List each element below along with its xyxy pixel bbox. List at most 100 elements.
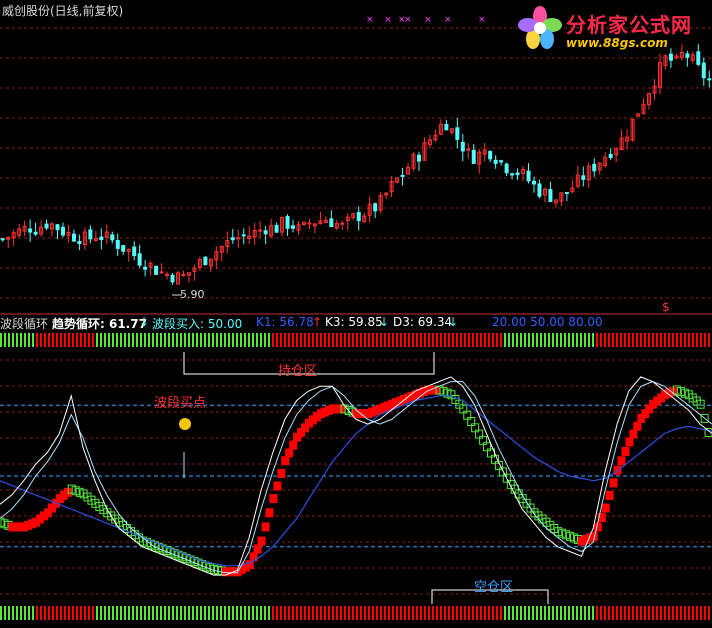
- signal-strip-bar: [668, 333, 670, 347]
- hold-zone-label: 持仓区: [278, 364, 318, 379]
- signal-strip-bar: [380, 606, 382, 620]
- candle-body: [137, 253, 142, 266]
- trend-block: [265, 508, 274, 518]
- signal-strip-bar: [288, 606, 290, 620]
- signal-strip-bar: [100, 606, 102, 620]
- candle-body: [154, 265, 159, 275]
- indicator-name: 波段循环: [0, 317, 49, 331]
- signal-strip-bar: [328, 606, 330, 620]
- signal-strip-bar: [264, 333, 266, 347]
- signal-strip-bar: [284, 606, 286, 620]
- signal-strip-bar: [96, 333, 98, 347]
- trend-block: [289, 440, 298, 450]
- d3-arrow-icon: ↓: [448, 315, 459, 329]
- candle-body: [99, 236, 104, 241]
- signal-strip-bar: [92, 606, 94, 620]
- signal-strip-bar: [644, 606, 646, 620]
- signal-strip-bar: [444, 606, 446, 620]
- signal-strip-bar: [608, 333, 610, 347]
- candle-body: [488, 150, 493, 160]
- candle-body: [592, 163, 597, 172]
- signal-strip-bar: [656, 333, 658, 347]
- signal-strip-bar: [560, 333, 562, 347]
- signal-strip-bar: [540, 606, 542, 620]
- signal-strip-bar: [168, 333, 170, 347]
- k3-line: [0, 381, 712, 574]
- signal-strip-bar: [428, 606, 430, 620]
- signal-strip-bar: [464, 333, 466, 347]
- signal-strip-bar: [348, 333, 350, 347]
- signal-strip-bar: [240, 333, 242, 347]
- signal-strip-bar: [384, 333, 386, 347]
- buy-point-label: 波段买点: [154, 396, 207, 411]
- signal-strip-bar: [368, 333, 370, 347]
- trend-block: [633, 421, 642, 431]
- signal-strip-bar: [212, 606, 214, 620]
- chart-stage[interactable]: × × × × × × ×: [0, 0, 712, 624]
- signal-strip-bar: [24, 333, 26, 347]
- signal-strip-bar: [200, 333, 202, 347]
- signal-strip-bar: [484, 333, 486, 347]
- candle-body: [493, 159, 498, 164]
- k3-label: K3: 59.85: [325, 315, 383, 329]
- signal-strip-bar: [184, 333, 186, 347]
- signal-strip-bar: [504, 606, 506, 620]
- signal-strip-bar: [208, 333, 210, 347]
- trend-block: [621, 446, 630, 456]
- signal-strip-bar: [568, 606, 570, 620]
- signal-strip-bar: [16, 333, 18, 347]
- signal-strip-bar: [584, 606, 586, 620]
- candle-body: [44, 223, 49, 229]
- signal-strip-bar: [380, 333, 382, 347]
- signal-strip-bar: [36, 333, 38, 347]
- empty-zone-label: 空仓区: [474, 580, 514, 595]
- signal-strip-bar: [276, 333, 278, 347]
- d3-line: [0, 395, 712, 567]
- signal-strip-bar: [428, 333, 430, 347]
- signal-strip-bar: [448, 606, 450, 620]
- candle-body: [274, 225, 279, 233]
- signal-strip-bar: [44, 333, 46, 347]
- signal-strip-bar: [508, 606, 510, 620]
- candle-body: [230, 237, 235, 241]
- signal-strip-bar: [124, 606, 126, 620]
- signal-strip-bar: [172, 333, 174, 347]
- signal-strip-bar: [504, 333, 506, 347]
- signal-strip-bar: [660, 333, 662, 347]
- signal-strip-bar: [304, 333, 306, 347]
- k1-arrow-icon: ↑: [312, 315, 323, 329]
- signal-mark: ×: [444, 15, 452, 25]
- signal-strip-bar: [688, 333, 690, 347]
- candle-body: [0, 238, 5, 241]
- candle-body: [466, 148, 471, 151]
- signal-strip-bar: [284, 333, 286, 347]
- signal-strip-bar: [320, 333, 322, 347]
- signal-strip-bar: [120, 606, 122, 620]
- signal-strip-bar: [352, 606, 354, 620]
- signal-strip-bar: [548, 333, 550, 347]
- signal-strip-bar: [136, 606, 138, 620]
- signal-strip-bar: [24, 606, 26, 620]
- signal-strip-bar: [172, 606, 174, 620]
- signal-strip-bar: [60, 606, 62, 620]
- signal-strip-bar: [204, 606, 206, 620]
- candle-body: [33, 231, 38, 235]
- signal-strip-bar: [196, 606, 198, 620]
- candle-body: [504, 163, 509, 174]
- signal-strip-bar: [552, 333, 554, 347]
- signal-strip-bar: [176, 333, 178, 347]
- signal-strip-bar: [324, 606, 326, 620]
- signal-strip-bar: [308, 333, 310, 347]
- signal-strip-bar: [492, 606, 494, 620]
- candle-body: [121, 245, 126, 252]
- candle-body: [77, 241, 82, 245]
- signal-strip-bar: [52, 606, 54, 620]
- signal-strip-bar: [640, 333, 642, 347]
- signal-strip-bar: [80, 333, 82, 347]
- trend-arrow-icon: ↓: [139, 315, 150, 329]
- signal-strip-bar: [624, 333, 626, 347]
- candle-body: [165, 273, 170, 276]
- stock-chart[interactable]: × × ×× × × ×: [0, 0, 712, 624]
- signal-strip-bar: [356, 606, 358, 620]
- signal-strip-bar: [224, 606, 226, 620]
